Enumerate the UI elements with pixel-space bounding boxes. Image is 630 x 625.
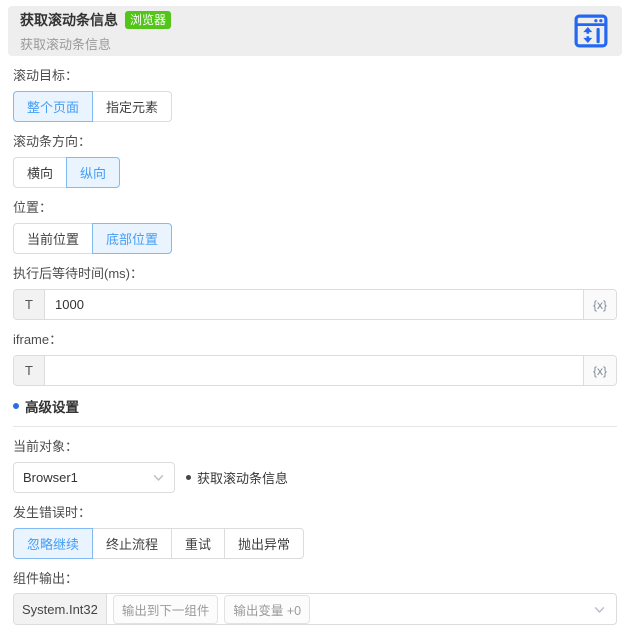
- current-object-value: Browser1: [23, 470, 78, 485]
- browser-category-badge: 浏览器: [125, 10, 172, 29]
- error-option-throw-exception[interactable]: 抛出异常: [224, 528, 305, 559]
- text-type-button[interactable]: T: [14, 356, 45, 385]
- dot-icon: [186, 475, 191, 480]
- chevron-down-icon: [153, 474, 164, 482]
- blue-dot-icon: [13, 403, 19, 409]
- text-type-button[interactable]: T: [14, 290, 45, 319]
- divider: [13, 426, 617, 427]
- output-next-component-tag[interactable]: 输出到下一组件: [112, 594, 219, 624]
- on-error-label: 发生错误时：: [13, 505, 92, 520]
- scrollbar-window-icon: [574, 14, 608, 48]
- error-option-retry[interactable]: 重试: [171, 528, 226, 559]
- wait-time-input-group: T {x}: [13, 289, 617, 320]
- wait-time-input[interactable]: [45, 290, 583, 319]
- option-horizontal[interactable]: 横向: [13, 157, 68, 188]
- option-specified-element[interactable]: 指定元素: [92, 91, 173, 122]
- current-object-note: 获取滚动条信息: [186, 468, 288, 487]
- position-group: 当前位置 底部位置: [13, 223, 173, 254]
- iframe-input-group: T {x}: [13, 355, 617, 386]
- error-option-ignore-continue[interactable]: 忽略继续: [13, 528, 94, 559]
- insert-variable-button[interactable]: {x}: [583, 290, 616, 319]
- iframe-input[interactable]: [45, 356, 583, 385]
- component-output-group: System.Int32 输出到下一组件 输出变量 +0: [13, 593, 617, 625]
- component-output-label: 组件输出：: [13, 571, 79, 586]
- wait-time-label: 执行后等待时间(ms)：: [13, 266, 143, 281]
- component-subtitle: 获取滚动条信息: [20, 36, 112, 52]
- scroll-direction-group: 横向 纵向: [13, 157, 121, 188]
- position-label: 位置：: [13, 200, 53, 215]
- option-current-position[interactable]: 当前位置: [13, 223, 94, 254]
- component-title: 获取滚动条信息: [20, 11, 118, 28]
- component-header: 获取滚动条信息 浏览器 获取滚动条信息: [8, 6, 622, 56]
- scroll-direction-label: 滚动条方向：: [13, 134, 92, 149]
- insert-variable-button[interactable]: {x}: [583, 356, 616, 385]
- output-type-label: System.Int32: [14, 594, 107, 624]
- scroll-target-label: 滚动目标：: [13, 68, 79, 83]
- chevron-down-icon[interactable]: [593, 603, 606, 616]
- option-bottom-position[interactable]: 底部位置: [92, 223, 173, 254]
- scroll-target-group: 整个页面 指定元素: [13, 91, 173, 122]
- error-option-terminate-flow[interactable]: 终止流程: [92, 528, 173, 559]
- current-object-select[interactable]: Browser1: [13, 462, 175, 493]
- current-object-note-text: 获取滚动条信息: [197, 471, 289, 486]
- on-error-group: 忽略继续 终止流程 重试 抛出异常: [13, 528, 305, 559]
- iframe-label: iframe：: [13, 332, 63, 347]
- advanced-settings-label: 高级设置: [25, 400, 79, 415]
- current-object-label: 当前对象：: [13, 439, 79, 454]
- header-text-block: 获取滚动条信息 浏览器 获取滚动条信息: [20, 10, 172, 53]
- output-variable-tag[interactable]: 输出变量 +0: [224, 594, 311, 624]
- advanced-settings-header: 高级设置: [13, 396, 617, 416]
- option-whole-page[interactable]: 整个页面: [13, 91, 94, 122]
- option-vertical[interactable]: 纵向: [66, 157, 121, 188]
